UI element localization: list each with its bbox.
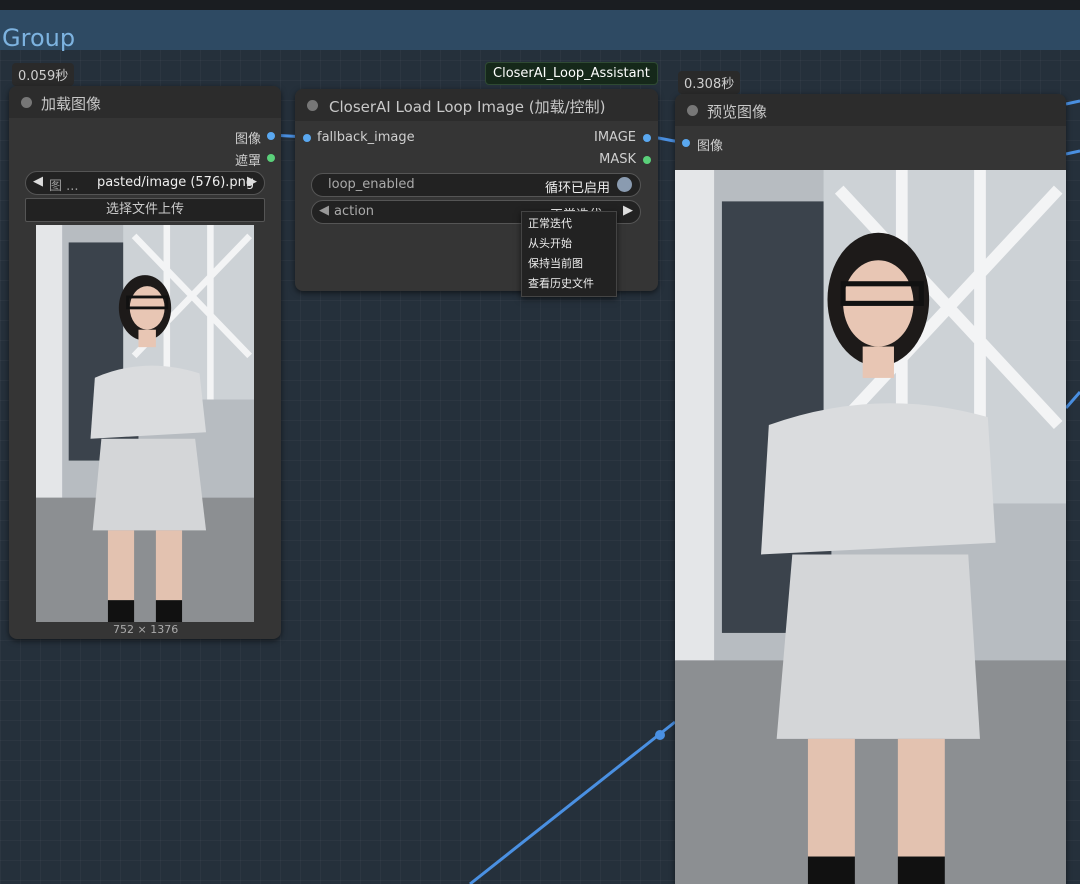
action-combo-label: action <box>334 204 375 219</box>
load-node-time-badge: 0.059秒 <box>12 63 75 86</box>
menu-item-restart[interactable]: 从头开始 <box>522 234 616 254</box>
arrow-left-icon[interactable]: ◀ <box>319 203 329 218</box>
preview-image-node[interactable]: 预览图像 图像 <box>675 94 1066 884</box>
input-image-label: 图像 <box>697 139 724 154</box>
status-dot-icon <box>687 105 698 116</box>
loop-enabled-label: loop_enabled <box>328 177 415 192</box>
preview-image <box>675 170 1066 884</box>
menu-item-normal-iterate[interactable]: 正常迭代 <box>522 214 616 234</box>
image-dimensions: 752 × 1376 <box>113 623 179 636</box>
upload-button[interactable]: 选择文件上传 <box>25 198 265 222</box>
arrow-left-icon[interactable]: ◀ <box>33 174 43 189</box>
group-title: Group <box>2 24 76 52</box>
arrow-right-icon[interactable]: ▶ <box>247 174 257 189</box>
toggle-knob-icon <box>617 177 632 192</box>
output-mask-slot[interactable] <box>267 154 275 162</box>
arrow-right-icon[interactable]: ▶ <box>623 203 633 218</box>
output-image-label: IMAGE <box>593 130 636 145</box>
loop-image-node-title: CloserAI Load Loop Image (加载/控制) <box>329 98 606 116</box>
output-image-slot[interactable] <box>643 134 651 142</box>
image-combo-value: pasted/image (576).png <box>97 175 255 190</box>
loop-enabled-toggle[interactable]: loop_enabled 循环已启用 <box>311 173 641 197</box>
input-fallback-image-slot[interactable] <box>303 134 311 142</box>
preview-node-time-badge: 0.308秒 <box>678 71 741 94</box>
input-image-slot[interactable] <box>682 139 690 147</box>
output-mask-label: 遮罩 <box>234 154 261 169</box>
status-dot-icon <box>21 97 32 108</box>
input-fallback-image-label: fallback_image <box>317 130 415 145</box>
menu-item-keep-current[interactable]: 保持当前图 <box>522 254 616 274</box>
action-dropdown-menu[interactable]: 正常迭代 从头开始 保持当前图 查看历史文件 <box>521 211 617 297</box>
output-mask-slot[interactable] <box>643 156 651 164</box>
preview-image-node-title: 预览图像 <box>707 103 768 121</box>
node-group-tag: CloserAI_Loop_Assistant <box>485 62 658 85</box>
group-header[interactable]: Group <box>0 10 1080 52</box>
load-image-node-header[interactable]: 加载图像 <box>9 86 281 118</box>
load-image-node-title: 加载图像 <box>41 95 102 113</box>
loop-image-node-header[interactable]: CloserAI Load Loop Image (加载/控制) <box>295 89 658 121</box>
loaded-image-thumbnail <box>36 225 254 622</box>
output-image-slot[interactable] <box>267 132 275 140</box>
image-file-combo[interactable]: ◀ 图 ... pasted/image (576).png ▶ <box>25 171 265 195</box>
output-image-label: 图像 <box>234 132 261 147</box>
image-combo-prefix: 图 ... <box>49 179 79 194</box>
load-image-node[interactable]: 加载图像 图像 遮罩 ◀ 图 ... pasted/image (576).pn… <box>9 86 281 639</box>
status-dot-icon <box>307 100 318 111</box>
upload-button-label: 选择文件上传 <box>105 202 184 217</box>
preview-image-node-header[interactable]: 预览图像 <box>675 94 1066 126</box>
output-mask-label: MASK <box>599 152 636 167</box>
loop-enabled-value: 循环已启用 <box>544 181 610 196</box>
menu-item-view-history[interactable]: 查看历史文件 <box>522 274 616 294</box>
